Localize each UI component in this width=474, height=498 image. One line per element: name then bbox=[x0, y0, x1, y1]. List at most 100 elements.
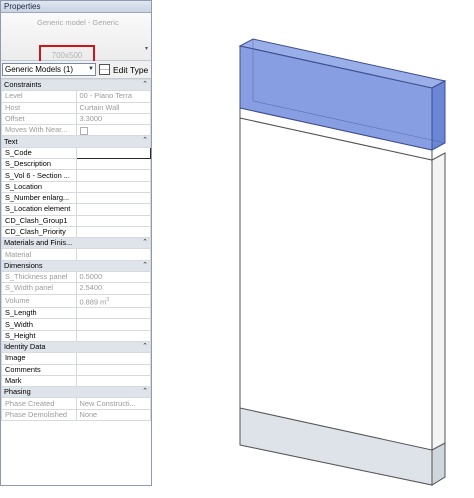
panel-3d-model[interactable] bbox=[162, 0, 474, 498]
volume-unit-exponent: 3 bbox=[106, 296, 109, 303]
table-row: Level 00 - Piano Terra bbox=[1, 90, 151, 103]
row-value: Curtain Wall bbox=[75, 101, 151, 114]
section-label: Identity Data bbox=[4, 342, 46, 352]
row-value[interactable]: 3.3000 bbox=[75, 112, 151, 126]
row-label: Phase Demolished bbox=[1, 408, 77, 422]
row-label: Host bbox=[1, 101, 77, 114]
table-row: Comments bbox=[1, 363, 151, 376]
table-row: Image bbox=[1, 352, 151, 365]
type-selector-arrow-icon[interactable]: ▾ bbox=[145, 45, 148, 52]
row-label: S_Length bbox=[1, 307, 77, 320]
table-row: Material bbox=[1, 248, 151, 261]
row-label: S_Height bbox=[1, 329, 77, 343]
table-row: S_Number enlarg... bbox=[1, 191, 151, 205]
instance-filter-dropdown[interactable]: Generic Models (1) ▼ bbox=[2, 63, 96, 76]
row-label: Material bbox=[1, 248, 77, 261]
table-row: S_Length bbox=[1, 307, 151, 320]
row-value[interactable]: New Constructi... bbox=[75, 397, 151, 410]
row-value[interactable] bbox=[75, 214, 151, 227]
table-row: Volume 0.889 m3 bbox=[1, 293, 151, 309]
section-text[interactable]: Text ⌃ bbox=[1, 135, 151, 148]
collapse-icon[interactable]: ⌃ bbox=[142, 81, 148, 90]
collapse-icon[interactable]: ⌃ bbox=[142, 388, 148, 397]
properties-table: Constraints ⌃ Level 00 - Piano Terra Host… bbox=[1, 78, 151, 422]
row-label: S_Vol 6 - Section ... bbox=[1, 169, 77, 182]
row-label: Offset bbox=[1, 112, 77, 126]
selected-block-side bbox=[431, 80, 446, 151]
section-constraints[interactable]: Constraints ⌃ bbox=[1, 78, 151, 92]
collapse-icon[interactable]: ⌃ bbox=[142, 239, 148, 248]
model-view[interactable] bbox=[162, 0, 474, 498]
edit-type-icon bbox=[99, 64, 110, 75]
section-label: Dimensions bbox=[4, 260, 43, 270]
row-label: S_Thickness panel bbox=[1, 271, 77, 284]
row-value bbox=[75, 124, 151, 137]
type-name: Generic model - Generic bbox=[37, 18, 119, 27]
row-value[interactable] bbox=[75, 363, 151, 376]
collapse-icon[interactable]: ⌃ bbox=[142, 261, 148, 270]
row-label: S_Width panel bbox=[1, 282, 77, 295]
table-row: Mark bbox=[1, 374, 151, 388]
table-row: Offset 3.3000 bbox=[1, 112, 151, 126]
instance-row: Generic Models (1) ▼ Edit Type bbox=[1, 61, 151, 79]
collapse-icon[interactable]: ⌃ bbox=[142, 137, 148, 146]
table-row: CD_Clash_Group1 bbox=[1, 214, 151, 227]
row-label: S_Location element bbox=[1, 203, 77, 216]
panel-bottom-band-side bbox=[431, 442, 446, 486]
row-label: S_Code bbox=[1, 146, 77, 160]
row-label: S_Description bbox=[1, 158, 77, 171]
moves-with-checkbox[interactable] bbox=[79, 126, 88, 135]
row-label: Phase Created bbox=[1, 397, 77, 410]
table-row: S_Thickness panel 0.5000 bbox=[1, 271, 151, 284]
row-value: 0.889 m3 bbox=[75, 293, 151, 309]
type-selector[interactable]: Generic model - Generic 700x500 ▾ bbox=[1, 13, 151, 67]
row-value[interactable] bbox=[75, 180, 151, 193]
table-row: Phase Demolished None bbox=[1, 408, 151, 422]
row-label: Image bbox=[1, 352, 77, 365]
table-row: S_Height bbox=[1, 329, 151, 343]
row-label: Volume bbox=[1, 293, 77, 309]
row-value[interactable] bbox=[75, 225, 151, 239]
row-label: CD_Clash_Priority bbox=[1, 225, 77, 239]
row-value[interactable] bbox=[75, 203, 151, 216]
section-label: Text bbox=[4, 136, 18, 146]
row-value[interactable] bbox=[75, 307, 151, 320]
row-value[interactable] bbox=[75, 158, 151, 171]
edit-type-button[interactable]: Edit Type bbox=[99, 63, 148, 76]
section-dimensions[interactable]: Dimensions ⌃ bbox=[1, 259, 151, 273]
properties-palette: Properties Generic model - Generic 700x5… bbox=[0, 0, 152, 486]
section-phasing[interactable]: Phasing ⌃ bbox=[1, 386, 151, 399]
row-value[interactable] bbox=[75, 248, 151, 261]
edit-type-label: Edit Type bbox=[113, 64, 149, 75]
table-row: Phase Created New Constructi... bbox=[1, 397, 151, 410]
section-identity-data[interactable]: Identity Data ⌃ bbox=[1, 340, 151, 354]
section-label: Materials and Finis... bbox=[4, 238, 73, 248]
row-value[interactable] bbox=[75, 329, 151, 343]
table-row: CD_Clash_Priority bbox=[1, 225, 151, 239]
row-value: 00 - Piano Terra bbox=[75, 90, 151, 103]
chevron-down-icon[interactable]: ▼ bbox=[88, 64, 94, 75]
row-value[interactable] bbox=[75, 191, 151, 205]
row-label: S_Width bbox=[1, 318, 77, 331]
row-value[interactable] bbox=[75, 318, 151, 331]
collapse-icon[interactable]: ⌃ bbox=[142, 343, 148, 352]
row-value[interactable] bbox=[75, 374, 151, 388]
row-label: CD_Clash_Group1 bbox=[1, 214, 77, 227]
row-label: Level bbox=[1, 90, 77, 103]
table-row: S_Width bbox=[1, 318, 151, 331]
s-code-field[interactable] bbox=[75, 146, 151, 160]
panel-body-side bbox=[431, 152, 446, 486]
row-value[interactable] bbox=[75, 169, 151, 182]
row-value[interactable]: 0.5000 bbox=[75, 271, 151, 284]
row-value[interactable] bbox=[75, 352, 151, 365]
table-row: S_Width panel 2.5400 bbox=[1, 282, 151, 295]
table-row: S_Location bbox=[1, 180, 151, 193]
palette-title: Properties bbox=[1, 1, 151, 13]
volume-value: 0.889 m bbox=[79, 297, 107, 307]
table-row: S_Location element bbox=[1, 203, 151, 216]
row-value[interactable]: None bbox=[75, 408, 151, 422]
table-row: Moves With Near... bbox=[1, 124, 151, 137]
table-row: S_Description bbox=[1, 158, 151, 171]
row-value[interactable]: 2.5400 bbox=[75, 282, 151, 295]
section-materials[interactable]: Materials and Finis... ⌃ bbox=[1, 237, 151, 250]
